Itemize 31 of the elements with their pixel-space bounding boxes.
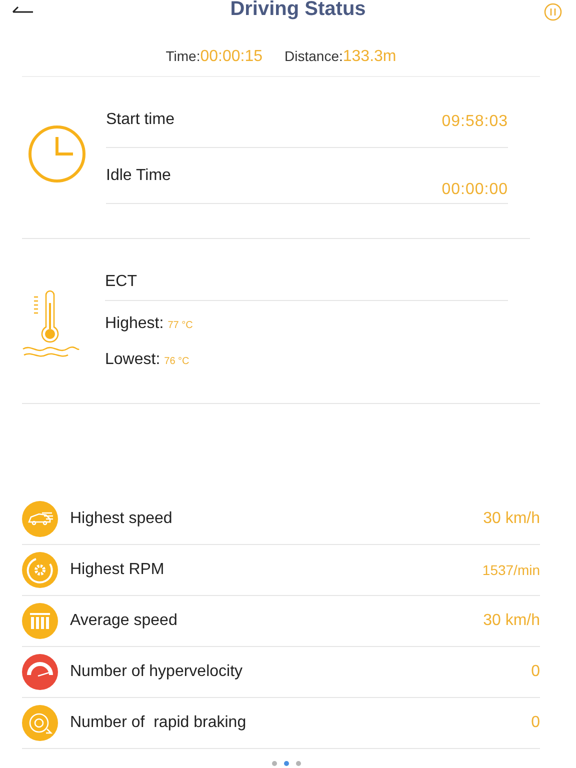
metric-label: Highest speed [70,510,174,528]
reading-label: Highest: [105,315,164,333]
summary-label: Time: [166,48,200,64]
page-dot[interactable] [284,761,288,766]
time-label: Idle Time [106,166,171,184]
metric-label: Highest RPM [70,561,166,579]
clock-icon [28,125,86,183]
time-value: 09:58:03 [442,113,508,131]
metric-label: Average speed [70,612,178,630]
page-dot[interactable] [272,761,276,766]
summary-label: Distance: [284,48,343,64]
metric-value: 30 km/h [483,612,540,630]
page-dot[interactable] [296,761,300,766]
summary-value: 00:00:15 [200,48,263,66]
metric-value: 0 [531,714,540,732]
metric-label: Number of rapid braking [70,714,248,732]
metric-value: 1537/min [482,562,540,578]
time-label: Start time [106,111,174,129]
ect-title: ECT [105,273,508,301]
thermometer-icon [22,289,80,359]
reading-label: Lowest: [105,351,160,369]
metric-value: 0 [531,663,540,681]
reading-value: 76 °C [164,356,190,367]
pause-icon[interactable] [544,3,562,21]
reading-value: 77 °C [168,320,193,331]
summary-value: 133.3m [342,48,396,66]
time-value: 00:00:00 [442,181,508,199]
page-title: Driving Status [230,0,366,21]
metric-label: Number of hypervelocity [70,663,244,681]
metric-value: 30 km/h [483,510,540,528]
back-icon[interactable] [12,6,34,14]
